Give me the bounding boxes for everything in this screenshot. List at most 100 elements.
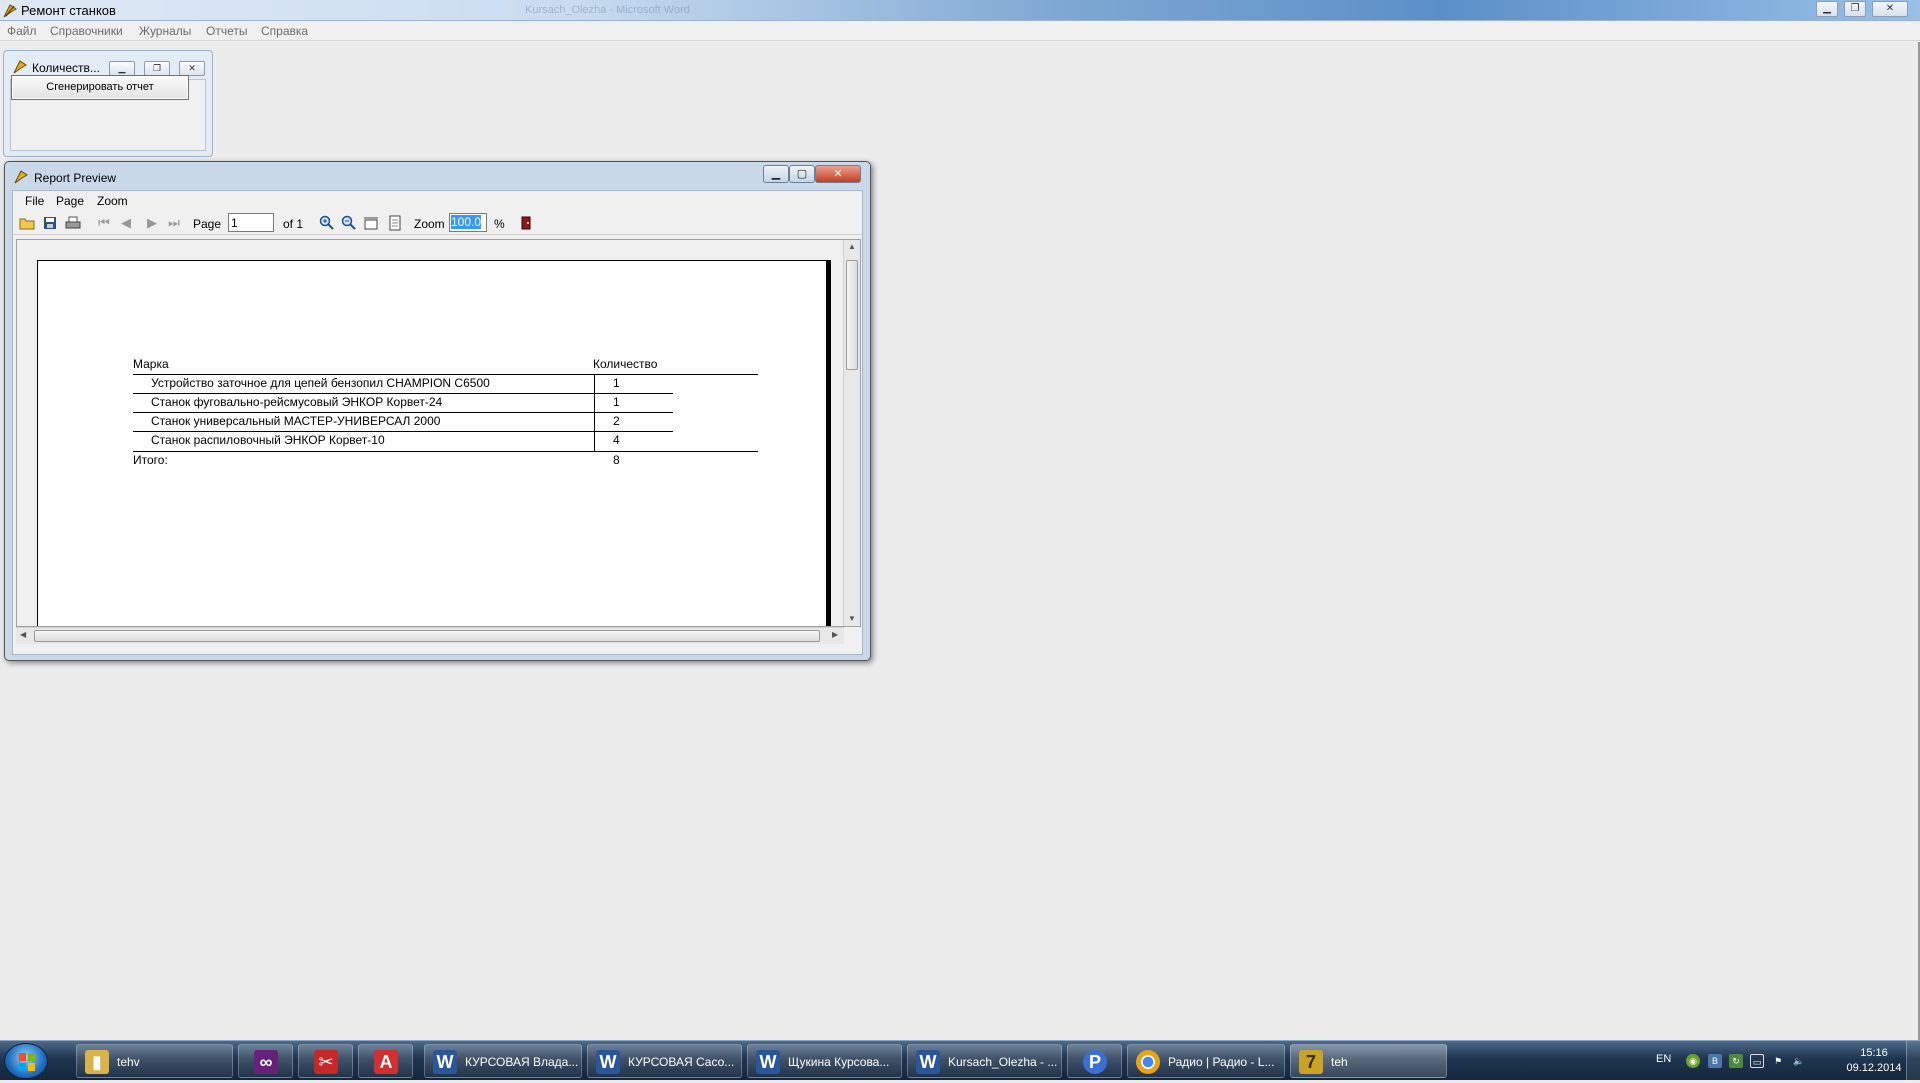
clock-time: 15:16 [1860, 1047, 1888, 1059]
report-preview-client: File Page Zoom ⏮ ◀ ▶ ⏭ Page of 1 [12, 190, 863, 655]
preview-menu-file[interactable]: File [25, 194, 44, 208]
child-close-button[interactable]: ✕ [179, 61, 205, 76]
preview-menu-zoom[interactable]: Zoom [97, 194, 128, 208]
preview-status-bar [13, 646, 862, 655]
close-button[interactable]: ✕ [1872, 1, 1908, 17]
scroll-left-icon[interactable]: ◀ [20, 630, 26, 639]
minimize-button[interactable]: ▁ [1816, 1, 1838, 17]
preview-close-button[interactable]: ✕ [815, 165, 861, 183]
scroll-up-icon[interactable]: ▲ [848, 242, 856, 251]
page-label: Page [193, 217, 222, 231]
taskbar-item-label: tehv [117, 1055, 140, 1069]
zoom-in-icon[interactable] [319, 215, 335, 231]
restore-button[interactable]: ❐ [1844, 1, 1866, 17]
taskbar-item-teh[interactable]: 7 teh [1290, 1044, 1447, 1078]
taskbar-item-label: Kursach_Olezha - ... [948, 1055, 1058, 1069]
start-button[interactable] [4, 1043, 48, 1079]
preview-menu-page[interactable]: Page [56, 194, 84, 208]
child-restore-button[interactable]: ❐ [144, 61, 170, 76]
next-page-icon[interactable]: ▶ [144, 215, 160, 231]
last-page-icon[interactable]: ⏭ [166, 215, 182, 231]
report-row-qty: 1 [613, 376, 620, 390]
page-count-label: of 1 [283, 217, 304, 231]
taskbar-item-word-1[interactable]: W КУРСОВАЯ Влада... [424, 1044, 582, 1078]
main-menu-bar: Файл Справочники Журналы Отчеты Справка [0, 21, 1920, 41]
minimize-icon: ▁ [1823, 3, 1831, 14]
page-width-icon[interactable] [363, 215, 379, 231]
zoom-percent-input[interactable]: 100.0 [449, 213, 487, 232]
report-row-name: Станок универсальный МАСТЕР-УНИВЕРСАЛ 20… [151, 414, 441, 428]
generate-report-button[interactable]: Сгенерировать отчет [11, 75, 189, 100]
zoom-value-selected: 100.0 [451, 215, 482, 229]
taskbar-item-word-2[interactable]: W КУРСОВАЯ Сасо... [587, 1044, 742, 1078]
minimize-icon: ▁ [771, 168, 781, 180]
maximize-icon: ▢ [796, 168, 808, 180]
row-rule [133, 412, 673, 413]
open-folder-icon[interactable] [19, 215, 35, 231]
preview-maximize-button[interactable]: ▢ [789, 165, 815, 183]
report-row-qty: 4 [613, 433, 620, 447]
column-separator [594, 375, 595, 451]
child-window-title-bar[interactable]: Количеств... ▁ ❐ ✕ [4, 51, 212, 77]
menu-directories[interactable]: Справочники [50, 24, 123, 38]
print-icon[interactable] [65, 215, 81, 231]
vk-icon[interactable]: B [1708, 1054, 1722, 1068]
delphi-app-icon [13, 169, 29, 185]
horizontal-scrollbar[interactable]: ◀ ▶ [16, 627, 844, 644]
network-icon[interactable]: ▭ [1750, 1054, 1764, 1068]
taskbar-item-tehv[interactable]: ▮ tehv [76, 1044, 233, 1078]
taskbar-item-word-3[interactable]: W Щукина Курсова... [747, 1044, 902, 1078]
antivirus-icon[interactable]: ◉ [1686, 1054, 1700, 1068]
previous-page-icon[interactable]: ◀ [118, 215, 134, 231]
vertical-scrollbar[interactable]: ▲ ▼ [843, 240, 860, 626]
zoom-out-icon[interactable] [341, 215, 357, 231]
acrobat-icon: A [374, 1050, 398, 1074]
app-icon [2, 3, 18, 19]
close-icon: ✕ [188, 63, 196, 73]
save-icon[interactable] [42, 215, 58, 231]
page-number-input[interactable] [228, 213, 274, 232]
scroll-right-icon[interactable]: ▶ [832, 630, 838, 639]
report-preview-title: Report Preview [34, 171, 117, 185]
child-minimize-button[interactable]: ▁ [109, 61, 135, 76]
header-rule [133, 374, 758, 375]
quantity-report-window: Количеств... ▁ ❐ ✕ [3, 50, 213, 157]
taskbar-item-label: Щукина Курсова... [788, 1055, 890, 1069]
taskbar-item-chrome[interactable]: Радио | Радио - L... [1127, 1044, 1285, 1078]
menu-file[interactable]: Файл [7, 24, 37, 38]
menu-help[interactable]: Справка [261, 24, 308, 38]
delphi-icon: 7 [1299, 1050, 1323, 1074]
language-indicator[interactable]: EN [1656, 1053, 1671, 1065]
show-desktop-button[interactable] [1906, 1041, 1920, 1081]
first-page-icon[interactable]: ⏮ [96, 215, 112, 231]
report-row-name: Станок фуговально-рейсмусовый ЭНКОР Корв… [151, 395, 443, 409]
exit-door-icon[interactable] [518, 215, 534, 231]
close-icon: ✕ [1885, 3, 1895, 14]
taskbar-item-acrobat[interactable]: A [358, 1044, 413, 1078]
flag-icon[interactable]: ⚑ [1771, 1054, 1785, 1068]
row-rule [133, 431, 673, 432]
child-window-title: Количеств... [32, 61, 100, 75]
volume-icon[interactable]: 🔈 [1792, 1054, 1806, 1068]
menu-journals[interactable]: Журналы [139, 24, 191, 38]
taskbar-item-label: Радио | Радио - L... [1168, 1055, 1275, 1069]
clock[interactable]: 15:16 09.12.2014 [1844, 1046, 1904, 1076]
preview-minimize-button[interactable]: ▁ [763, 165, 789, 183]
taskbar-item-visual-studio[interactable]: ∞ [238, 1044, 293, 1078]
report-page-viewport[interactable]: Марка Количество Устройство заточное для… [16, 239, 861, 627]
horizontal-scroll-thumb[interactable] [34, 630, 820, 642]
windows-logo-icon [19, 1053, 35, 1071]
taskbar-item-word-4[interactable]: W Kursach_Olezha - ... [907, 1044, 1062, 1078]
scroll-down-icon[interactable]: ▼ [848, 614, 856, 623]
update-icon[interactable]: ↻ [1729, 1054, 1743, 1068]
taskbar-item-p-app[interactable]: P [1067, 1044, 1122, 1078]
vertical-scroll-thumb[interactable] [846, 260, 858, 370]
taskbar-item-snipping-tool[interactable]: ✂ [298, 1044, 353, 1078]
report-row-name: Станок распиловочный ЭНКОР Корвет-10 [151, 433, 385, 447]
column-header-brand: Марка [133, 357, 169, 371]
zoom-label: Zoom [414, 217, 445, 231]
percent-label: % [494, 217, 505, 231]
whole-page-icon[interactable] [387, 215, 403, 231]
menu-reports[interactable]: Отчеты [206, 24, 247, 38]
main-window-title: Ремонт станков [21, 3, 116, 18]
